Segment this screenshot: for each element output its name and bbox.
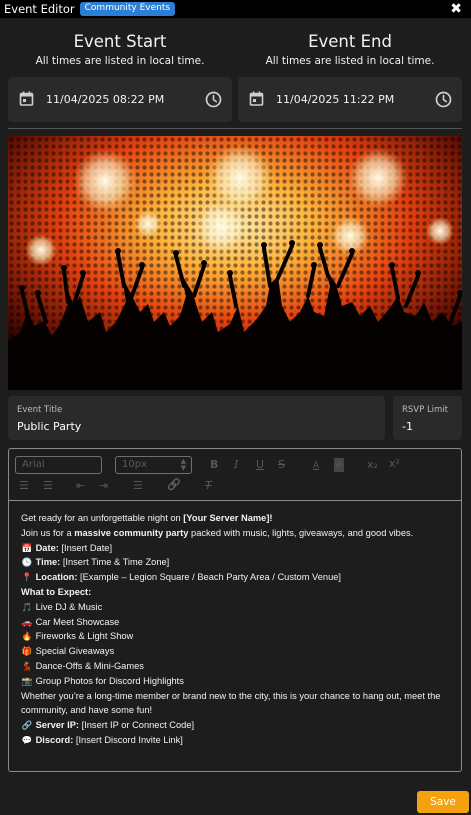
ordered-list-icon[interactable]: ☰	[19, 479, 29, 493]
list-item: 📸 Group Photos for Discord Highlights	[21, 674, 451, 689]
save-button[interactable]: Save	[417, 791, 469, 813]
event-end-value[interactable]: 11/04/2025 11:22 PM	[276, 93, 394, 106]
font-family-select[interactable]: Arial	[15, 456, 102, 474]
list-item: 💃 Dance-Offs & Mini-Games	[21, 659, 451, 674]
rsvp-limit-field[interactable]: RSVP Limit -1	[393, 396, 462, 440]
superscript-button[interactable]: x²	[389, 457, 400, 471]
content-line: 📅 Date: [Insert Date]	[21, 541, 451, 556]
bullet-list-icon[interactable]: ☰	[43, 479, 53, 493]
event-start-datetime-picker[interactable]: 11/04/2025 08:22 PM	[8, 77, 232, 122]
event-start-header: Event Start All times are listed in loca…	[8, 32, 232, 67]
outdent-icon[interactable]: ⇤	[76, 479, 85, 493]
underline-button[interactable]: U	[256, 458, 264, 472]
link-icon[interactable]: 🔗	[167, 478, 181, 492]
event-end-heading: Event End	[308, 32, 392, 51]
list-item: 🔥 Fireworks & Light Show	[21, 629, 451, 644]
editor-toolbar: Arial 10px ▲ ▼ B I U S A A x₂ x² ☰ ☰ ⇤ ⇥ …	[9, 449, 461, 501]
stepper-icon: ▲ ▼	[180, 457, 186, 472]
category-badge: Community Events	[79, 2, 176, 16]
text-color-button[interactable]: A	[313, 459, 319, 473]
content-line: 📍 Location: [Example – Legion Square / B…	[21, 570, 451, 585]
list-item: 🚗 Car Meet Showcase	[21, 615, 451, 630]
subscript-button[interactable]: x₂	[367, 458, 378, 472]
strikethrough-button[interactable]: S	[278, 458, 285, 472]
event-title-label: Event Title	[17, 405, 63, 415]
list-item: 🎁 Special Giveaways	[21, 644, 451, 659]
italic-button[interactable]: I	[234, 458, 238, 472]
rsvp-limit-label: RSVP Limit	[402, 405, 449, 415]
content-line: Join us for a massive community party pa…	[21, 527, 414, 538]
event-start-heading: Event Start	[73, 32, 167, 51]
list-item: 🎵 Live DJ & Music	[21, 600, 451, 615]
music-note-icon: 🎵	[21, 601, 33, 612]
editor-content[interactable]: Get ready for an unforgettable night on …	[21, 511, 451, 748]
pin-emoji-icon: 📍	[21, 572, 33, 583]
calendar-icon[interactable]	[249, 91, 264, 106]
calendar-emoji-icon: 📅	[21, 542, 33, 553]
dancer-icon: 💃	[21, 660, 33, 671]
car-icon: 🚗	[21, 616, 33, 627]
camera-icon: 📸	[21, 675, 33, 686]
clock-emoji-icon: 🕒	[21, 557, 33, 568]
window-title: Event Editor	[4, 2, 75, 16]
clock-icon[interactable]	[205, 91, 222, 108]
party-crowd-image	[8, 136, 462, 390]
fire-icon: 🔥	[21, 631, 33, 642]
clear-format-icon[interactable]: T	[205, 479, 212, 493]
bold-button[interactable]: B	[210, 458, 218, 472]
event-end-datetime-picker[interactable]: 11/04/2025 11:22 PM	[238, 77, 462, 122]
event-title-field[interactable]: Event Title Public Party	[8, 396, 385, 440]
rsvp-limit-input[interactable]: -1	[402, 420, 413, 433]
speech-bubble-icon: 💬	[21, 734, 33, 745]
close-icon[interactable]: ✖	[450, 1, 462, 17]
link-emoji-icon: 🔗	[21, 720, 33, 731]
content-line: What to Expect:	[21, 586, 92, 597]
description-editor[interactable]: Arial 10px ▲ ▼ B I U S A A x₂ x² ☰ ☰ ⇤ ⇥ …	[8, 448, 462, 772]
calendar-icon[interactable]	[19, 91, 34, 106]
content-line: Whether you’re a long-time member or bra…	[21, 690, 441, 716]
event-start-subtitle: All times are listed in local time.	[35, 55, 205, 67]
indent-icon[interactable]: ⇥	[99, 479, 108, 493]
divider	[8, 128, 462, 129]
clock-icon[interactable]	[435, 91, 452, 108]
align-icon[interactable]: ☰	[133, 479, 143, 493]
event-end-subtitle: All times are listed in local time.	[265, 55, 435, 67]
content-line: 🕒 Time: [Insert Time & Time Zone]	[21, 555, 451, 570]
font-size-value: 10px	[122, 459, 147, 470]
event-start-value[interactable]: 11/04/2025 08:22 PM	[46, 93, 164, 106]
gift-icon: 🎁	[21, 646, 33, 657]
content-line: 💬 Discord: [Insert Discord Invite Link]	[21, 733, 451, 748]
font-size-select[interactable]: 10px ▲ ▼	[115, 456, 192, 474]
highlight-button[interactable]: A	[334, 458, 345, 472]
content-line: 🔗 Server IP: [Insert IP or Connect Code]	[21, 718, 451, 733]
event-end-header: Event End All times are listed in local …	[238, 32, 462, 67]
title-bar: Event Editor Community Events ✖	[0, 0, 471, 18]
event-banner-image	[8, 136, 462, 390]
event-title-input[interactable]: Public Party	[17, 420, 81, 433]
content-line: Get ready for an unforgettable night on …	[21, 513, 273, 523]
